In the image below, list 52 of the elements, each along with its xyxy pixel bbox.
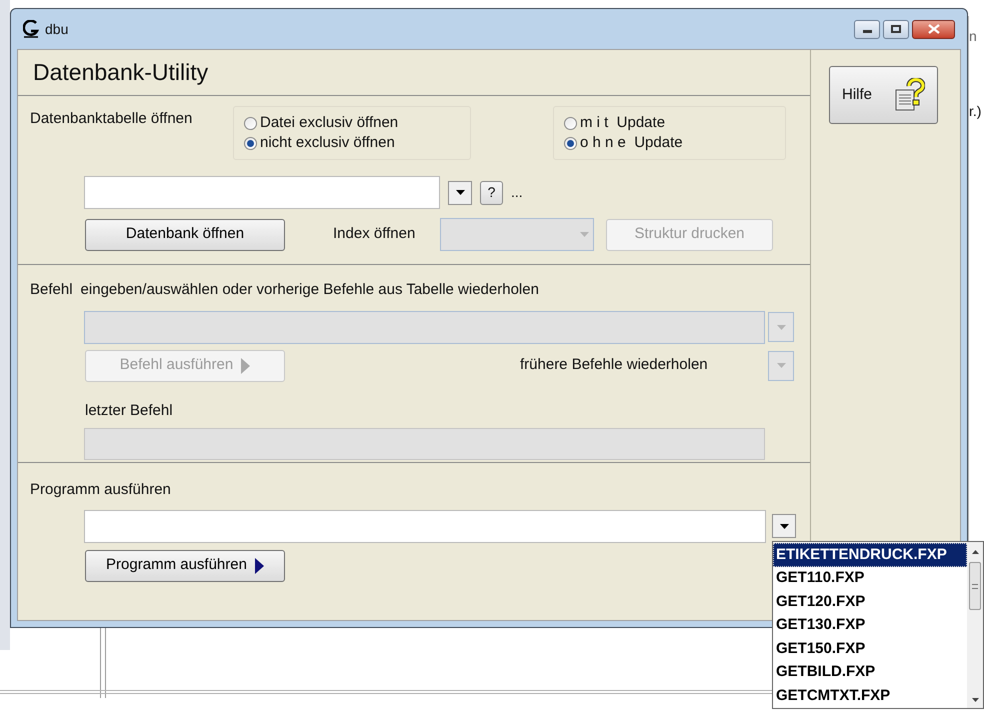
- list-item[interactable]: GET110.FXP: [773, 566, 967, 590]
- section-label: Programm ausführen: [30, 480, 172, 500]
- index-label: Index öffnen: [333, 224, 416, 244]
- form-heading: Datenbank-Utility: [18, 50, 810, 96]
- section-hint: eingeben/auswählen oder vorherige Befehle aus Tabelle wiederholen: [80, 280, 539, 300]
- list-item[interactable]: ETIKETTENDRUCK.FXP: [773, 543, 967, 566]
- dropdown-button[interactable]: [772, 514, 796, 538]
- run-button[interactable]: Programm ausführen: [85, 550, 285, 582]
- help-button[interactable]: ?: [480, 180, 503, 204]
- maximize-button[interactable]: [883, 20, 909, 38]
- close-button[interactable]: [912, 20, 955, 38]
- section-label: Datenbanktabelle öffnen: [30, 109, 194, 129]
- radio-label: m i t Update: [580, 112, 666, 133]
- close-icon: [928, 24, 940, 34]
- radio-button[interactable]: [244, 116, 257, 130]
- list-item[interactable]: GETBILD.FXP: [773, 660, 967, 684]
- dropdown-button[interactable]: [448, 180, 472, 204]
- help-button[interactable]: Hilfe: [829, 66, 938, 124]
- radio-label: Datei exclusiv öffnen: [260, 112, 398, 133]
- ellipsis-text: ...: [511, 183, 523, 202]
- list-item[interactable]: GETCMTXT.FXP: [773, 684, 967, 708]
- caret-icon: [456, 190, 464, 195]
- caret-icon: [580, 232, 589, 237]
- caret-icon: [776, 324, 786, 330]
- background-text: n: [969, 27, 978, 46]
- window-title: dbu: [45, 20, 68, 38]
- scroll-up-icon: [972, 550, 978, 554]
- list-item[interactable]: GET150.FXP: [773, 637, 967, 660]
- history-label: frühere Befehle wiederholen: [520, 355, 709, 376]
- radio-button[interactable]: [564, 136, 577, 150]
- list-item[interactable]: GET120.FXP: [773, 590, 967, 614]
- help-document-icon: [895, 78, 925, 112]
- radio-button[interactable]: [244, 136, 257, 150]
- minimize-button[interactable]: [854, 20, 880, 38]
- app-logo: [23, 20, 39, 38]
- play-icon: [254, 558, 264, 574]
- section-label: Befehl: [30, 280, 73, 300]
- table-combo-field[interactable]: [84, 176, 440, 209]
- play-icon: [241, 358, 250, 374]
- background-text: r.): [969, 102, 982, 121]
- field-label: letzter Befehl: [85, 400, 174, 420]
- action-button[interactable]: Datenbank öffnen: [85, 218, 285, 250]
- radio-label: nicht exclusiv öffnen: [260, 132, 395, 153]
- scroll-down-icon: [972, 698, 978, 702]
- caret-icon: [776, 363, 786, 368]
- list-item[interactable]: GET130.FXP: [773, 614, 967, 637]
- caret-icon: [780, 524, 788, 528]
- scrollbar[interactable]: [967, 542, 983, 708]
- radio-label: o h n e Update: [580, 132, 683, 153]
- program-combo-field[interactable]: [84, 510, 766, 542]
- scroll-thumb[interactable]: [969, 562, 981, 610]
- radio-button[interactable]: [564, 116, 577, 130]
